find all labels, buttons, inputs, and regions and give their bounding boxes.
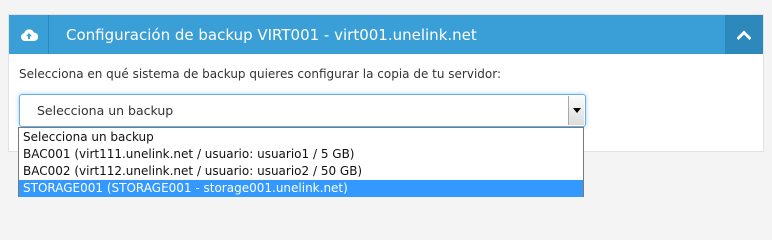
caret-down-icon — [572, 108, 581, 113]
cloud-upload-icon — [9, 15, 48, 54]
collapse-panel-button[interactable] — [725, 15, 763, 54]
panel-title: Configuración de backup VIRT001 - virt00… — [66, 26, 477, 44]
backup-option[interactable]: BAC002 (virt112.unelink.net / usuario: u… — [19, 163, 583, 180]
backup-select-value: Selecciona un backup — [37, 103, 174, 118]
backup-select-description: Selecciona en qué sistema de backup quie… — [19, 67, 502, 81]
backup-option[interactable]: BAC001 (virt111.unelink.net / usuario: u… — [19, 146, 583, 163]
header-divider — [48, 15, 49, 54]
chevron-up-icon — [737, 30, 751, 40]
backup-select[interactable]: Selecciona un backup — [19, 94, 586, 127]
backup-options-list: Selecciona un backup BAC001 (virt111.une… — [18, 127, 584, 197]
select-dropdown-button[interactable] — [568, 96, 584, 125]
panel-header: Configuración de backup VIRT001 - virt00… — [9, 15, 763, 54]
backup-option[interactable]: Selecciona un backup — [19, 129, 583, 146]
backup-option-highlighted[interactable]: STORAGE001 (STORAGE001 - storage001.unel… — [19, 180, 583, 197]
